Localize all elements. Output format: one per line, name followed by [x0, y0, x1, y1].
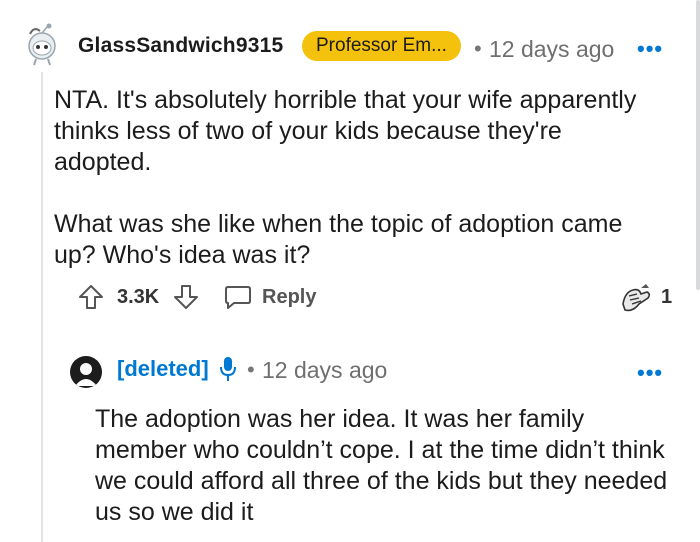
deleted-user-avatar[interactable] [70, 356, 102, 388]
comment-body: NTA. It's absolutely horrible that your … [54, 85, 664, 302]
snoo-avatar-icon[interactable] [22, 22, 62, 66]
award-count: 1 [661, 286, 673, 308]
more-options-button[interactable]: ••• [637, 360, 663, 386]
user-icon [75, 363, 97, 386]
reply-author: [deleted] [117, 356, 209, 381]
thread-line[interactable] [41, 72, 43, 542]
reply-body: The adoption was her idea. It was her fa… [95, 405, 668, 526]
comment-author[interactable]: GlassSandwich9315 [78, 34, 283, 58]
award-hands-icon[interactable] [619, 282, 653, 314]
user-flair-badge: Professor Em... [302, 31, 461, 61]
comment-timestamp: 12 days ago [489, 36, 615, 62]
comment-paragraph: What was she like when the topic of adop… [54, 210, 623, 269]
chat-bubble-icon[interactable] [224, 284, 252, 310]
comment-paragraph: NTA. It's absolutely horrible that your … [54, 86, 637, 176]
upvote-arrow-icon[interactable] [78, 284, 104, 310]
more-options-button[interactable]: ••• [637, 36, 663, 62]
vote-count: 3.3K [117, 286, 160, 308]
scrollbar[interactable] [696, 0, 700, 290]
meta-separator: • [247, 357, 255, 382]
reply-timestamp: 12 days ago [262, 357, 388, 383]
reply-button[interactable]: Reply [262, 286, 316, 309]
microphone-icon [220, 357, 236, 381]
meta-separator: • [474, 36, 482, 61]
downvote-arrow-icon[interactable] [173, 284, 199, 310]
